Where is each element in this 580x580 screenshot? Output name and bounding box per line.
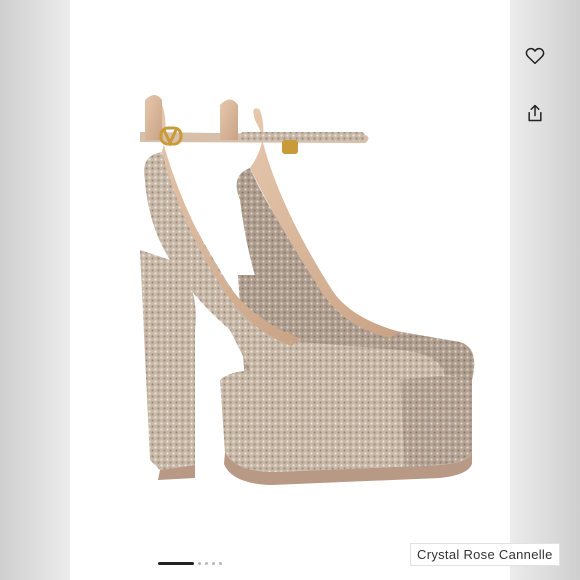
carousel-dot[interactable] (205, 561, 208, 565)
carousel-dot[interactable] (219, 561, 222, 565)
carousel-dot[interactable] (212, 561, 215, 565)
heart-icon (525, 47, 545, 65)
carousel-dot-active[interactable] (158, 561, 194, 565)
product-caption: Crystal Rose Cannelle (410, 543, 560, 566)
left-backdrop (0, 0, 70, 580)
share-button[interactable] (521, 99, 549, 127)
carousel-dot[interactable] (198, 561, 201, 565)
product-card: Crystal Rose Cannelle (70, 0, 560, 580)
carousel-indicator (158, 560, 222, 566)
like-button[interactable] (521, 42, 549, 70)
right-backdrop (510, 0, 580, 580)
share-icon (528, 104, 542, 122)
product-image (140, 95, 475, 485)
